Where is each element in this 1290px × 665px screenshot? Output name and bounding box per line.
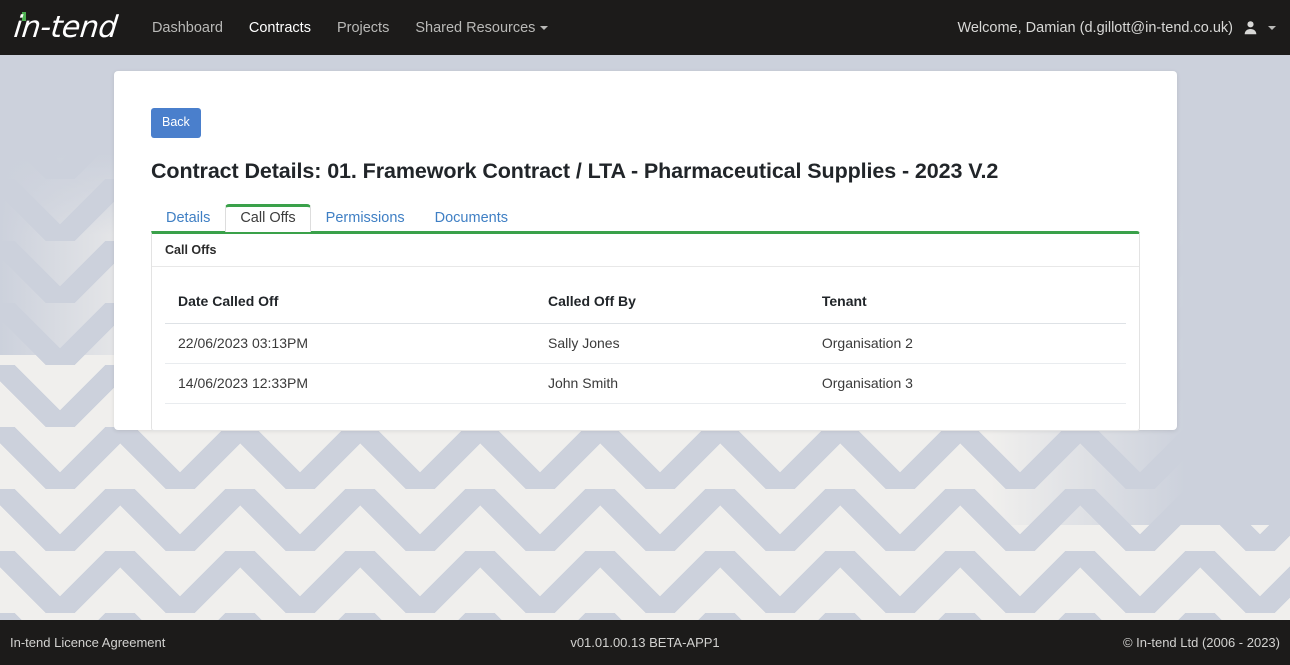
- user-menu[interactable]: [1243, 20, 1276, 35]
- nav-item-shared-resources-label: Shared Resources: [415, 20, 535, 36]
- page-title: Contract Details: 01. Framework Contract…: [151, 159, 1140, 184]
- navbar-right: Welcome, Damian (d.gillott@in-tend.co.uk…: [957, 20, 1276, 36]
- table-head: Date Called Off Called Off By Tenant: [165, 281, 1126, 324]
- table-row[interactable]: 14/06/2023 12:33PM John Smith Organisati…: [165, 363, 1126, 403]
- footer-version: v01.01.00.13 BETA-APP1: [0, 635, 1290, 650]
- welcome-text: Welcome, Damian (d.gillott@in-tend.co.uk…: [957, 20, 1233, 36]
- column-header-called-off-by[interactable]: Called Off By: [535, 281, 809, 324]
- top-navbar: in-tend Dashboard Contracts Projects Sha…: [0, 0, 1290, 55]
- page-footer: In-tend Licence Agreement v01.01.00.13 B…: [0, 620, 1290, 665]
- table-body: 22/06/2023 03:13PM Sally Jones Organisat…: [165, 323, 1126, 403]
- column-header-tenant[interactable]: Tenant: [809, 281, 1126, 324]
- brand-logo[interactable]: in-tend: [14, 13, 117, 43]
- back-button[interactable]: Back: [151, 108, 201, 138]
- column-header-date-called-off[interactable]: Date Called Off: [165, 281, 535, 324]
- nav-item-contracts[interactable]: Contracts: [236, 14, 324, 42]
- user-icon: [1243, 20, 1258, 35]
- tab-permissions[interactable]: Permissions: [311, 204, 420, 232]
- call-offs-panel: Call Offs Date Called Off Called Off By: [151, 231, 1140, 431]
- cell-date-called-off: 14/06/2023 12:33PM: [165, 363, 535, 403]
- panel-body: Date Called Off Called Off By Tenant 22/…: [152, 267, 1139, 430]
- nav-item-shared-resources[interactable]: Shared Resources: [402, 14, 561, 42]
- tab-documents[interactable]: Documents: [420, 204, 523, 232]
- nav-links: Dashboard Contracts Projects Shared Reso…: [139, 14, 561, 42]
- chevron-down-icon: [540, 26, 548, 30]
- user-chevron-down-icon: [1268, 26, 1276, 30]
- tab-call-offs[interactable]: Call Offs: [225, 204, 310, 232]
- content-card: Back Contract Details: 01. Framework Con…: [114, 71, 1177, 430]
- app-page: in-tend Dashboard Contracts Projects Sha…: [0, 0, 1290, 665]
- tab-details[interactable]: Details: [151, 204, 225, 232]
- nav-item-projects[interactable]: Projects: [324, 14, 402, 42]
- cell-called-off-by: Sally Jones: [535, 323, 809, 363]
- nav-item-dashboard[interactable]: Dashboard: [139, 14, 236, 42]
- table-header-row: Date Called Off Called Off By Tenant: [165, 281, 1126, 324]
- cell-called-off-by: John Smith: [535, 363, 809, 403]
- cell-tenant: Organisation 3: [809, 363, 1126, 403]
- tab-bar: Details Call Offs Permissions Documents: [151, 201, 1140, 231]
- cell-tenant: Organisation 2: [809, 323, 1126, 363]
- cell-date-called-off: 22/06/2023 03:13PM: [165, 323, 535, 363]
- footer-copyright: © In-tend Ltd (2006 - 2023): [1123, 635, 1280, 650]
- content-card-inner: Back Contract Details: 01. Framework Con…: [114, 71, 1177, 431]
- brand-logo-text: in-tend: [12, 13, 118, 43]
- call-offs-table: Date Called Off Called Off By Tenant 22/…: [165, 281, 1126, 404]
- panel-header-title: Call Offs: [152, 234, 1139, 267]
- table-row[interactable]: 22/06/2023 03:13PM Sally Jones Organisat…: [165, 323, 1126, 363]
